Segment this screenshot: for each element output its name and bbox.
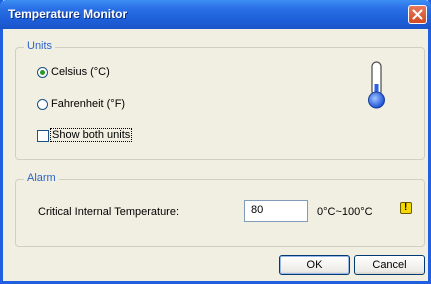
title-bar[interactable]: Temperature Monitor [0, 0, 431, 29]
window-title: Temperature Monitor [8, 7, 128, 21]
units-group: Units Celsius (°C) Fahrenheit (°F) Show … [15, 40, 425, 160]
cancel-button[interactable]: Cancel [354, 255, 425, 275]
critical-temperature-input[interactable]: 80 [244, 200, 308, 222]
units-legend: Units [24, 40, 56, 52]
critical-temperature-label: Critical Internal Temperature: [38, 206, 180, 218]
warning-icon: ! [400, 202, 412, 214]
close-button[interactable] [408, 5, 427, 24]
temperature-range-label: 0°C~100°C [317, 206, 373, 218]
ok-button[interactable]: OK [279, 255, 350, 275]
alarm-legend: Alarm [24, 172, 59, 184]
celsius-label[interactable]: Celsius (°C) [51, 66, 110, 78]
close-icon [412, 9, 423, 20]
show-both-label[interactable]: Show both units [49, 128, 133, 142]
show-both-checkbox[interactable] [37, 130, 49, 142]
fahrenheit-label[interactable]: Fahrenheit (°F) [51, 98, 125, 110]
fahrenheit-radio[interactable] [37, 99, 48, 110]
alarm-group: Alarm Critical Internal Temperature: 0°C… [15, 172, 425, 247]
celsius-radio[interactable] [37, 67, 48, 78]
dialog-window: Temperature Monitor Units Celsius (°C) F… [0, 0, 431, 284]
thermometer-icon [368, 61, 385, 109]
